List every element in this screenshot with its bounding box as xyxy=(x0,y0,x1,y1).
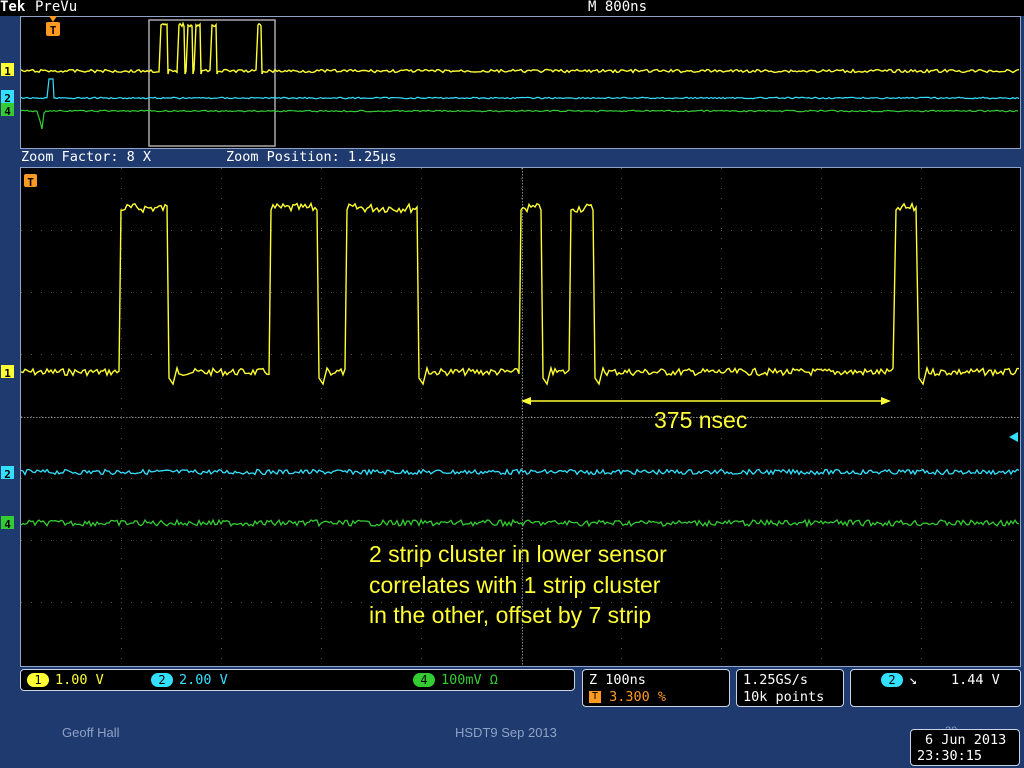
ch4-marker[interactable]: 4 xyxy=(1,516,14,531)
overview-trigger-marker[interactable]: T xyxy=(46,22,60,37)
footer-event: HSDT9 Sep 2013 xyxy=(455,725,557,740)
ch1-marker-label: 1 xyxy=(4,65,11,78)
arrow-right-icon xyxy=(881,397,891,405)
trigger-position: 3.300 % xyxy=(609,689,667,705)
zoom-scale: Z 100ns xyxy=(589,672,646,688)
ch2-badge: 2 xyxy=(151,673,173,687)
trigger-panel[interactable]: 2 ↘ 1.44 V xyxy=(850,669,1021,707)
sample-rate: 1.25GS/s xyxy=(743,672,809,688)
note-text: 2 strip cluster in lower sensor correlat… xyxy=(369,539,667,631)
ch4-label: 4 xyxy=(4,518,11,531)
ch2-trace xyxy=(21,468,1020,476)
acquisition-panel[interactable]: 1.25GS/s 10k points xyxy=(736,669,844,707)
ch2-marker[interactable]: 2 xyxy=(1,466,14,481)
zoom-position: Zoom Position: 1.25µs xyxy=(226,149,397,165)
overview-ch2-marker[interactable]: 2 xyxy=(1,90,14,105)
footer-author: Geoff Hall xyxy=(62,725,120,740)
channel-scale-panel[interactable]: 1 1.00 V 2 2.00 V 4 100mV Ω xyxy=(20,669,575,691)
time: 23:30:15 xyxy=(917,748,983,764)
trigger-level: 1.44 V xyxy=(951,672,1000,688)
scope-top-bar xyxy=(0,0,1024,16)
date-time-box: 6 Jun 2013 23:30:15 xyxy=(910,729,1020,766)
zoom-trigger-label: T xyxy=(27,176,34,189)
timebase-readout[interactable]: M 800ns xyxy=(588,0,647,15)
trigger-marker-label: T xyxy=(49,24,57,37)
trigger-slope-icon: ↘ xyxy=(909,672,918,688)
overview-ch4-marker[interactable]: 4 xyxy=(1,103,14,118)
ch4-badge: 4 xyxy=(413,673,435,687)
overview-trigger-pointer-icon xyxy=(49,16,57,22)
date: 6 Jun 2013 xyxy=(925,732,1007,748)
note-line-3: in the other, offset by 7 strip xyxy=(369,602,652,628)
trigger-source-badge: 2 xyxy=(881,673,903,687)
ch4-trace xyxy=(21,518,1020,529)
trigger-level-icon[interactable] xyxy=(1009,432,1018,442)
acquisition-mode: PreVu xyxy=(35,0,78,15)
ch1-trace xyxy=(21,201,1019,386)
record-length: 10k points xyxy=(743,689,825,705)
ch1-marker[interactable]: 1 xyxy=(1,365,14,380)
arrow-left-icon xyxy=(521,397,531,405)
interval-label: 375 nsec xyxy=(654,407,748,433)
ch4-marker-label: 4 xyxy=(4,105,11,118)
ch2-label: 2 xyxy=(4,468,11,481)
ch2-scale[interactable]: 2.00 V xyxy=(179,672,413,688)
horizontal-panel[interactable]: Z 100ns T 3.300 % xyxy=(582,669,730,707)
brand-label: Tek xyxy=(0,0,26,15)
note-line-2: correlates with 1 strip cluster xyxy=(369,571,661,598)
overview-waveform-panel[interactable] xyxy=(20,16,1021,149)
ch1-scale[interactable]: 1.00 V xyxy=(55,672,151,688)
ch1-badge: 1 xyxy=(27,673,49,687)
overview-ch1-marker[interactable]: 1 xyxy=(1,63,14,78)
zoom-trigger-marker[interactable]: T xyxy=(24,174,37,189)
ch4-scale[interactable]: 100mV Ω xyxy=(441,672,498,688)
trigger-position-icon: T xyxy=(589,691,601,703)
zoom-factor: Zoom Factor: 8 X xyxy=(21,149,152,165)
ch1-label: 1 xyxy=(4,367,11,380)
note-line-1: 2 strip cluster in lower sensor xyxy=(369,541,667,567)
